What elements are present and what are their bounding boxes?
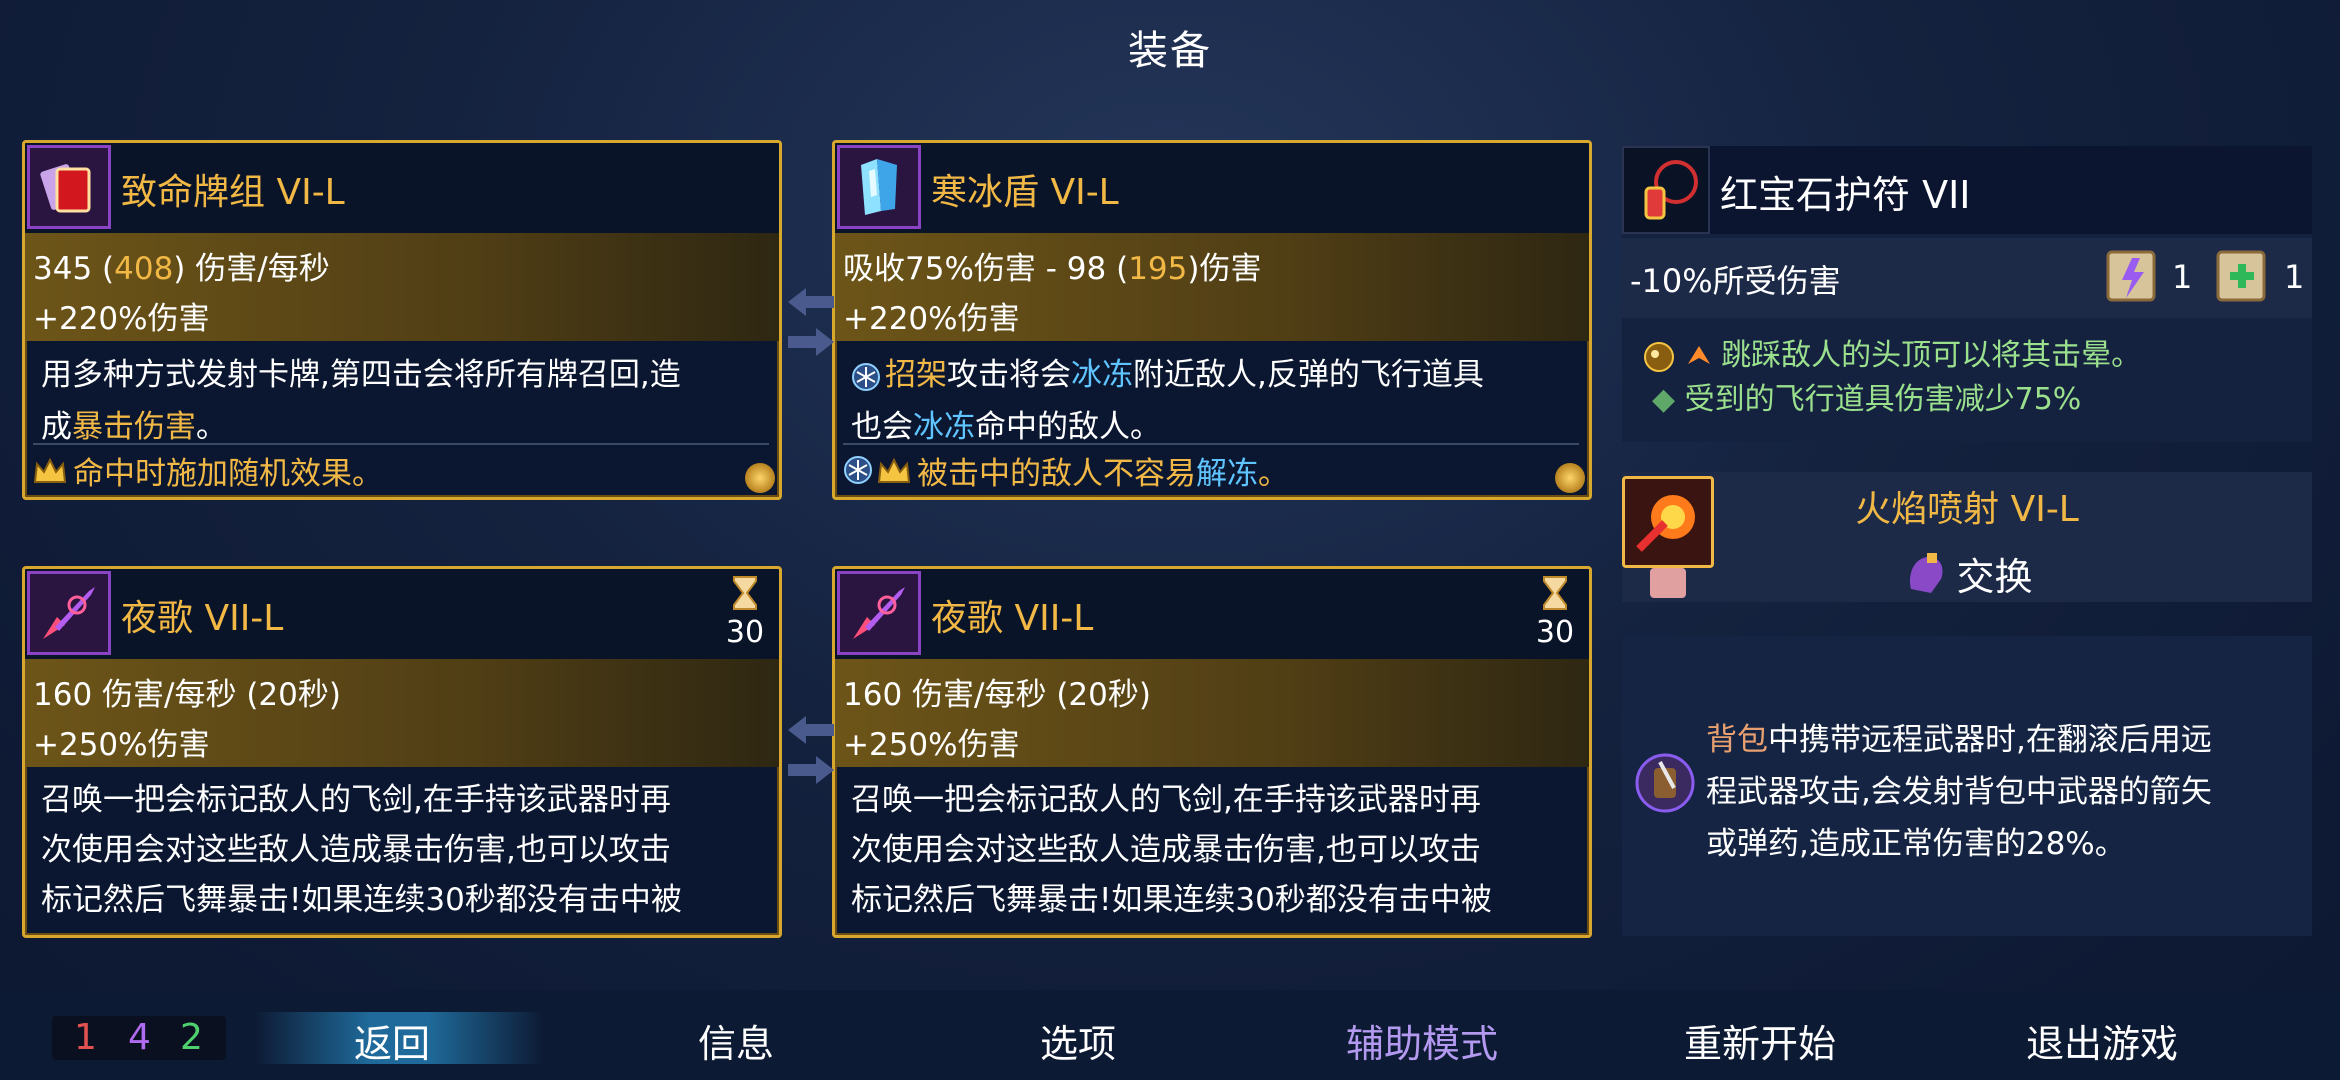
dps-stat: 345 (408) 伤害/每秒 [33, 251, 330, 287]
up-arrow-icon [1687, 345, 1710, 364]
tactics-scroll-icon [2102, 244, 2166, 312]
info-button[interactable]: 信息 [698, 1013, 774, 1068]
flying-sword-icon [837, 571, 921, 655]
snowflake-icon [852, 362, 880, 391]
card-header: 致命牌组 VI-L [25, 143, 779, 233]
weapon-name: 致命牌组 VI-L [121, 172, 345, 213]
brutality-count: 1 [74, 1017, 97, 1058]
mutation-panel: 背包中携带远程武器时,在翻滚后用远 程武器攻击,会发射背包中武器的箭矢 或弹药,… [1622, 636, 2312, 936]
weapon-description: 召唤一把会标记敌人的飞剑,在手持该武器时再 次使用会对这些敌人造成暴击伤害,也可… [851, 782, 1492, 918]
damage-bonus-stat: +220%伤害 [33, 301, 210, 337]
weapon-name: 夜歌 VII-L [931, 598, 1094, 639]
weapon-card-deadly-deck[interactable]: 致命牌组 VI-L 345 (408) 伤害/每秒 +220%伤害 用多种方式发… [22, 140, 782, 500]
back-button[interactable]: 返回 [354, 1013, 430, 1068]
stats-block: 345 (408) 伤害/每秒 +220%伤害 [25, 233, 779, 341]
page-title: 装备 [1128, 28, 1212, 74]
dps-stat: 160 伤害/每秒 (20秒) [843, 677, 1151, 713]
amulet-icon [1622, 146, 1710, 234]
weapon-description: 用多种方式发射卡牌,第四击会将所有牌召回,造 成暴击伤害。 [41, 357, 681, 445]
tactics-count: 4 [128, 1017, 151, 1058]
hourglass-icon [733, 576, 757, 610]
weapon-card-ice-shield[interactable]: 寒冰盾 VI-L 吸收75%伤害 - 98 (195)伤害 +220%伤害 招架… [832, 140, 1592, 500]
ice-shield-icon [837, 145, 921, 229]
swap-item-name: 火焰喷射 VI-L [1855, 489, 2079, 530]
swap-arrows-icon[interactable] [786, 710, 836, 790]
swap-panel[interactable]: 火焰喷射 VI-L 交换 [1622, 472, 2312, 602]
restart-button[interactable]: 重新开始 [1684, 1013, 1836, 1068]
survival-count: 2 [180, 1017, 203, 1058]
cooldown-timer: 30 [725, 575, 765, 650]
crown-icon [877, 457, 911, 483]
card-header: 夜歌 VII-L 30 [835, 569, 1589, 659]
card-header: 夜歌 VII-L 30 [25, 569, 779, 659]
block-stat: 吸收75%伤害 - 98 (195)伤害 [843, 251, 1262, 287]
assist-mode-button[interactable]: 辅助模式 [1346, 1013, 1498, 1068]
legendary-orb-icon [1555, 463, 1585, 493]
crown-icon [33, 457, 67, 483]
swap-arrows-icon[interactable] [786, 282, 836, 362]
options-button[interactable]: 选项 [1040, 1013, 1116, 1068]
card-header: 寒冰盾 VI-L [835, 143, 1589, 233]
amulet-stat: -10%所受伤害 [1630, 262, 1841, 300]
survival-scroll-count: 1 [2284, 258, 2305, 296]
weapon-description: 招架攻击将会冰冻附近敌人,反弹的飞行道具 也会冰冻命中的敌人。 [851, 357, 1484, 445]
dps-stat: 160 伤害/每秒 (20秒) [33, 677, 341, 713]
weapon-card-nightsong-left[interactable]: 夜歌 VII-L 30 160 伤害/每秒 (20秒) +250%伤害 召唤一把… [22, 566, 782, 938]
flying-sword-icon [27, 571, 111, 655]
stats-block: 吸收75%伤害 - 98 (195)伤害 +220%伤害 [835, 233, 1589, 341]
snowflake-icon [844, 456, 872, 484]
mutation-icon [1644, 341, 1674, 372]
mutation-description: 背包中携带远程武器时,在翻滚后用远 程武器攻击,会发射背包中武器的箭矢 或弹药,… [1706, 722, 2212, 862]
weapon-card-nightsong-right[interactable]: 夜歌 VII-L 30 160 伤害/每秒 (20秒) +250%伤害 召唤一把… [832, 566, 1592, 938]
amulet-bonus-1: 跳踩敌人的头顶可以将其击晕。 [1642, 330, 2141, 374]
swap-action[interactable]: 交换 [1622, 546, 2312, 601]
amulet-panel[interactable]: 红宝石护符 VII -10%所受伤害 1 1 跳踩敌人的头顶可以将其击晕。 ◆ … [1622, 146, 2312, 442]
weapon-name: 寒冰盾 VI-L [931, 172, 1119, 213]
damage-bonus-stat: +250%伤害 [33, 727, 210, 763]
survival-scroll-icon [2212, 244, 2276, 312]
amulet-bonus-2: ◆ 受到的飞行道具伤害减少75% [1652, 382, 2082, 417]
cooldown-timer: 30 [1535, 575, 1575, 650]
weapon-description: 召唤一把会标记敌人的飞剑,在手持该武器时再 次使用会对这些敌人造成暴击伤害,也可… [41, 782, 682, 918]
stats-block: 160 伤害/每秒 (20秒) +250%伤害 [25, 659, 779, 767]
hand-swap-icon [1910, 552, 1943, 593]
damage-bonus-stat: +250%伤害 [843, 727, 1020, 763]
legendary-orb-icon [745, 463, 775, 493]
hourglass-icon [1543, 576, 1567, 610]
damage-bonus-stat: +220%伤害 [843, 301, 1020, 337]
amulet-name: 红宝石护符 VII [1720, 173, 1971, 217]
legendary-affix: 命中时施加随机效果。 [33, 443, 769, 495]
legendary-affix: 被击中的敌人不容易 解冻。 [843, 443, 1579, 495]
backpack-mutation-icon [1630, 748, 1700, 822]
cards-icon [27, 145, 111, 229]
stats-block: 160 伤害/每秒 (20秒) +250%伤害 [835, 659, 1589, 767]
tactics-scroll-count: 1 [2172, 258, 2193, 296]
scroll-counter: 1 4 2 [52, 1016, 226, 1060]
weapon-name: 夜歌 VII-L [121, 598, 284, 639]
quit-game-button[interactable]: 退出游戏 [2026, 1013, 2178, 1068]
